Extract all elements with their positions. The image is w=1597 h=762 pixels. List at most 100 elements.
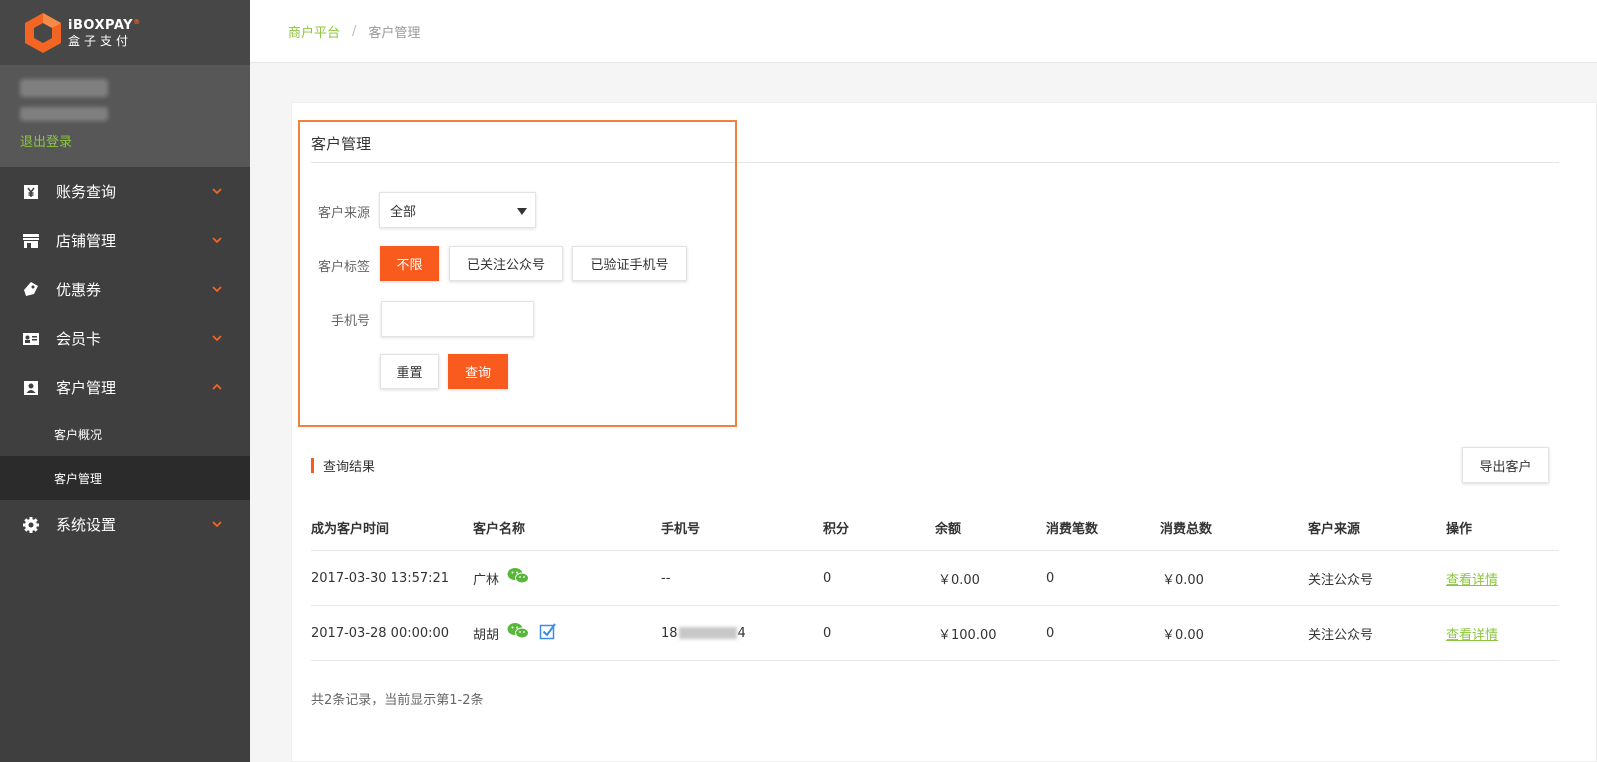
cell-points: 0	[823, 570, 832, 586]
page-title: 客户管理	[311, 135, 372, 153]
sidebar-subitem-customer-manage[interactable]: 客户管理	[0, 456, 250, 500]
column-header: 成为客户时间	[311, 522, 390, 537]
cell-balance: ￥0.00	[938, 572, 980, 588]
cell-total: ￥0.00	[1162, 627, 1204, 643]
cell-points: 0	[823, 625, 832, 641]
cell-source: 关注公众号	[1308, 572, 1374, 588]
logo-text: iBOXPAY® 盒子支付	[68, 17, 141, 48]
sidebar-subitem-customer-overview[interactable]: 客户概况	[0, 412, 250, 456]
sidebar-item-label: 系统设置	[56, 516, 117, 534]
cell-time: 2017-03-28 00:00:00	[311, 625, 450, 641]
yen-icon	[22, 183, 40, 201]
tag-label: 客户标签	[317, 260, 370, 275]
sidebar-item-label: 店铺管理	[56, 232, 117, 250]
logo-en: iBOX	[68, 17, 105, 33]
sidebar-menu: 账务查询 店铺管理 优惠券 会员卡 客户管理 客户概况 客户管理 系统设置	[0, 167, 250, 549]
customer-name: 广林	[473, 572, 500, 588]
results-title: 查询结果	[323, 460, 376, 475]
column-header: 客户来源	[1308, 522, 1361, 537]
cell-total: ￥0.00	[1162, 572, 1204, 588]
coupon-icon	[22, 281, 40, 299]
chevron-down-icon	[211, 185, 223, 197]
pagination-summary: 共2条记录，当前显示第1-2条	[311, 693, 484, 708]
view-details-link[interactable]: 查看详情	[1446, 569, 1498, 588]
cell-time: 2017-03-30 13:57:21	[311, 570, 450, 586]
query-button[interactable]: 查询	[448, 354, 508, 389]
sidebar-item-member-card[interactable]: 会员卡	[0, 314, 250, 363]
member-card-icon	[22, 330, 40, 348]
wechat-icon	[507, 622, 530, 644]
cell-action: 查看详情	[1446, 606, 1498, 660]
table-row: 2017-03-30 13:57:21 广林 -- 0 ￥0.00 0 ￥0.0…	[311, 551, 1559, 606]
logo-bar: iBOXPAY® 盒子支付	[0, 0, 250, 65]
user-account-masked	[20, 107, 108, 121]
phone-suffix: 4	[737, 625, 746, 641]
chevron-down-icon	[211, 518, 223, 530]
logout-link[interactable]: 退出登录	[20, 131, 72, 150]
sidebar-item-label: 客户管理	[56, 379, 117, 397]
chevron-down-icon	[211, 283, 223, 295]
reset-button[interactable]: 重置	[380, 354, 439, 389]
breadcrumb: 商户平台 / 客户管理	[250, 0, 1597, 63]
source-select-value: 全部	[390, 204, 417, 220]
logo-cn: 盒子支付	[68, 33, 133, 48]
breadcrumb-separator: /	[352, 23, 357, 39]
breadcrumb-current: 客户管理	[368, 25, 421, 41]
sidebar-item-finance[interactable]: 账务查询	[0, 167, 250, 216]
column-header: 手机号	[661, 522, 701, 537]
chevron-down-icon	[211, 234, 223, 246]
cell-phone: --	[661, 570, 671, 586]
column-header: 消费总数	[1160, 522, 1213, 537]
sidebar-item-customer[interactable]: 客户管理	[0, 363, 250, 412]
cell-name: 胡胡	[473, 606, 557, 660]
tag-button-followed[interactable]: 已关注公众号	[449, 246, 563, 281]
sidebar: iBOXPAY® 盒子支付 退出登录 账务查询 店铺管理 优惠券 会员卡 客户管…	[0, 0, 250, 762]
phone-prefix: 18	[661, 625, 678, 641]
sidebar-item-settings[interactable]: 系统设置	[0, 500, 250, 549]
cell-phone: 18 4	[661, 606, 746, 660]
table-header: 成为客户时间 客户名称 手机号 积分 余额 消费笔数 消费总数 客户来源 操作	[311, 505, 1559, 551]
store-icon	[22, 232, 40, 250]
title-divider	[311, 162, 1559, 163]
results-accent-bar	[311, 458, 314, 473]
sidebar-item-label: 会员卡	[56, 330, 102, 348]
logo-en-pay: PAY	[104, 17, 134, 33]
table-row: 2017-03-28 00:00:00 胡胡 18 4 0 ￥100.00 0 ￥…	[311, 606, 1559, 661]
sidebar-item-coupon[interactable]: 优惠券	[0, 265, 250, 314]
logo-reg: ®	[133, 17, 141, 26]
export-customers-button[interactable]: 导出客户	[1462, 447, 1549, 483]
breadcrumb-root-link[interactable]: 商户平台	[288, 22, 340, 41]
user-box: 退出登录	[0, 65, 250, 167]
column-header: 操作	[1446, 522, 1473, 537]
phone-verified-icon	[539, 622, 557, 644]
phone-label: 手机号	[330, 314, 370, 329]
user-name-masked	[20, 79, 108, 97]
tag-button-phone-verified[interactable]: 已验证手机号	[572, 246, 687, 281]
customer-name: 胡胡	[473, 627, 500, 643]
gear-icon	[22, 516, 40, 534]
caret-down-icon	[517, 208, 527, 215]
results-table: 成为客户时间 客户名称 手机号 积分 余额 消费笔数 消费总数 客户来源 操作 …	[311, 505, 1559, 661]
phone-input[interactable]	[381, 301, 534, 337]
cell-count: 0	[1046, 625, 1055, 641]
cell-balance: ￥100.00	[938, 627, 997, 643]
column-header: 消费笔数	[1046, 522, 1099, 537]
cell-count: 0	[1046, 570, 1055, 586]
phone-mask	[678, 627, 737, 639]
chevron-down-icon	[211, 332, 223, 344]
cell-action: 查看详情	[1446, 551, 1498, 605]
cell-name: 广林	[473, 551, 530, 605]
source-select[interactable]: 全部	[379, 192, 536, 228]
view-details-link[interactable]: 查看详情	[1446, 624, 1498, 643]
sidebar-item-label: 优惠券	[56, 281, 102, 299]
column-header: 客户名称	[473, 522, 526, 537]
sidebar-item-store[interactable]: 店铺管理	[0, 216, 250, 265]
tag-button-unlimited[interactable]: 不限	[380, 246, 439, 281]
customer-icon	[22, 379, 40, 397]
chevron-up-icon	[211, 381, 223, 393]
column-header: 余额	[935, 522, 962, 537]
cell-source: 关注公众号	[1308, 627, 1374, 643]
wechat-icon	[507, 567, 530, 589]
ibox-logo-icon	[24, 12, 62, 54]
sidebar-item-label: 账务查询	[56, 183, 117, 201]
